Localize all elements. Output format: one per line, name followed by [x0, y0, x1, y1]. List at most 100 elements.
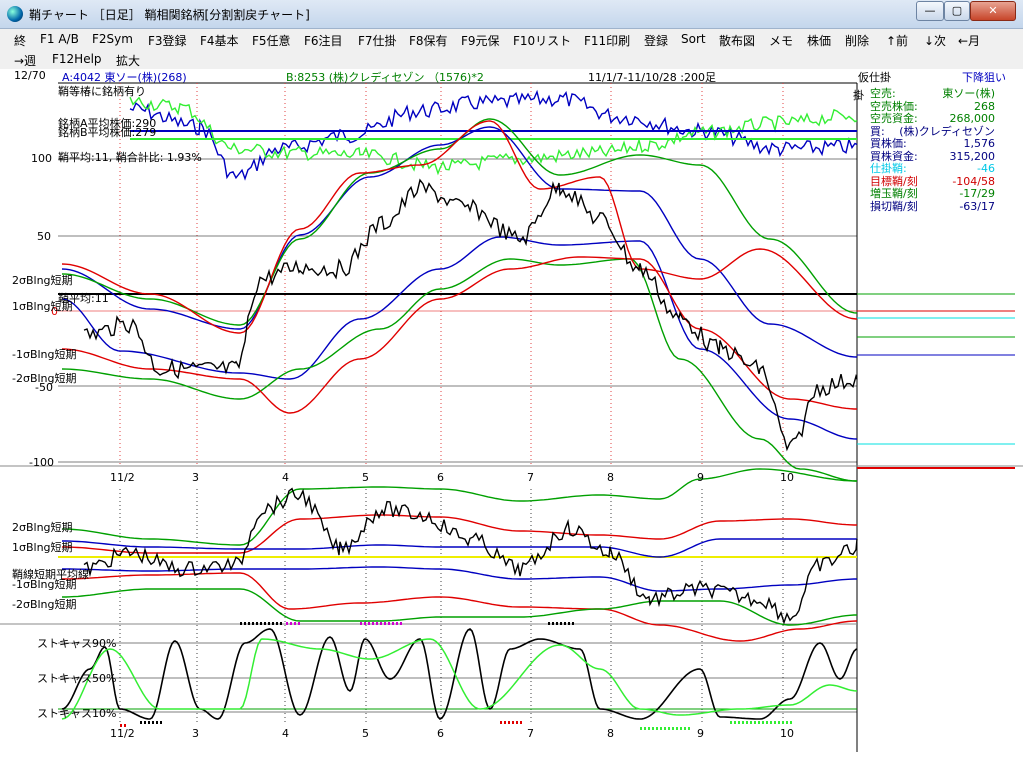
- app-icon: [7, 6, 23, 22]
- stoch-marker-black: [548, 622, 550, 625]
- x-date-top-6: 8: [607, 471, 614, 484]
- panel-label-8: 増玉鞘/刻: [870, 187, 918, 200]
- stoch-marker-magenta: [368, 622, 370, 625]
- upper-1sigma-label: 1σBlng短期: [12, 300, 73, 313]
- menu-item-7[interactable]: F7仕掛: [358, 32, 397, 49]
- panel-value-7: -104/58: [952, 174, 995, 188]
- panel-label-1: 空売株価:: [870, 99, 918, 113]
- menu-item-2[interactable]: F2Sym: [92, 32, 133, 46]
- stoch-marker-magenta: [396, 622, 398, 625]
- stoch-marker-green: [640, 727, 642, 730]
- note-line-4: 鞘平均:11, 鞘合計比: 1.93%: [58, 151, 202, 164]
- stoch-marker-green: [672, 727, 674, 730]
- entry-status: 仮仕掛: [858, 71, 891, 84]
- stock-a-line: [129, 89, 858, 181]
- stoch-marker-black: [148, 721, 150, 724]
- x-date-top-8: 10: [780, 471, 794, 484]
- stoch-marker-green: [680, 727, 682, 730]
- mid-2sigma-label: 2σBlng短期: [12, 521, 73, 534]
- stoch-marker-green: [668, 727, 670, 730]
- panel-value-5: 315,200: [949, 149, 996, 163]
- stoch-marker-magenta: [380, 622, 382, 625]
- menu-item-17[interactable]: 削除: [845, 32, 869, 49]
- stoch-marker-green: [746, 721, 748, 724]
- stoch-marker-black: [244, 622, 246, 625]
- maximize-button[interactable]: ▢: [944, 1, 970, 21]
- menu-item-20[interactable]: ←月: [958, 32, 980, 49]
- menu-item-row2-1[interactable]: F12Help: [52, 52, 102, 66]
- stoch-marker-magenta: [376, 622, 378, 625]
- stoch-marker-green: [782, 721, 784, 724]
- stoch-marker-black: [560, 622, 562, 625]
- chart-area[interactable]: 12/70 A:4042 東ソー(株)(268) B:8253 (株)クレディセ…: [0, 69, 1023, 757]
- panel-label-4: 買株価:: [870, 137, 907, 150]
- stoch-marker-green: [762, 721, 764, 724]
- stoch-marker-black: [564, 622, 566, 625]
- stoch-marker-black: [264, 622, 266, 625]
- axis-label-m100: -100: [29, 456, 54, 469]
- stoch-marker-magenta: [388, 622, 390, 625]
- menu-item-12[interactable]: 登録: [644, 32, 668, 49]
- menu-item-15[interactable]: メモ: [769, 32, 793, 49]
- menu-item-row2-0[interactable]: →週: [14, 52, 36, 69]
- x-date-bottom-1: 3: [192, 727, 199, 740]
- menu-item-0[interactable]: 終: [14, 32, 26, 49]
- panel-value-1: 268: [974, 99, 995, 113]
- menu-item-1[interactable]: F1 A/B: [40, 32, 79, 46]
- stoch-marker-black: [252, 622, 254, 625]
- mid-m2sigma-label: -2σBlng短期: [12, 598, 77, 611]
- period-label: 11/1/7-11/10/28 :200足: [588, 71, 716, 84]
- x-date-bottom-5: 7: [527, 727, 534, 740]
- menu-item-11[interactable]: F11印刷: [584, 32, 630, 49]
- stoch-marker-green: [774, 721, 776, 724]
- menu-item-6[interactable]: F6注目: [304, 32, 343, 49]
- menu-item-8[interactable]: F8保有: [409, 32, 448, 49]
- menu-item-18[interactable]: ↑前: [886, 32, 908, 49]
- close-button[interactable]: ✕: [970, 1, 1016, 21]
- menu-item-row2-2[interactable]: 拡大: [116, 52, 140, 69]
- mid-band-green-2: [62, 588, 857, 626]
- spread-line-middle: [83, 487, 858, 625]
- menu-item-14[interactable]: 散布図: [719, 32, 755, 49]
- stoch-marker-green: [664, 727, 666, 730]
- x-date-top-2: 4: [282, 471, 289, 484]
- menu-item-10[interactable]: F10リスト: [513, 32, 571, 49]
- panel-label-6: 仕掛鞘:: [870, 162, 907, 175]
- mid-m1sigma-label: -1σBlng短期: [12, 578, 77, 591]
- menu-item-3[interactable]: F3登録: [148, 32, 187, 49]
- menu-item-19[interactable]: ↓次: [924, 32, 946, 49]
- axis-label-50: 50: [37, 230, 51, 243]
- stoch-90-label: ストキャス90%: [37, 637, 117, 650]
- menu-item-5[interactable]: F5任意: [252, 32, 291, 49]
- upper-m1sigma-label: -1σBlng短期: [12, 348, 77, 361]
- stoch-marker-red: [508, 721, 510, 724]
- menu-item-4[interactable]: F4基本: [200, 32, 239, 49]
- menu-item-13[interactable]: Sort: [681, 32, 706, 46]
- stoch-marker-black: [280, 622, 282, 625]
- strategy-label: 下降狙い: [962, 71, 1006, 84]
- menu-item-16[interactable]: 株価: [807, 32, 831, 49]
- note-line-3: 銘柄B平均株価:279: [58, 126, 157, 139]
- upper-band-blue-2: [61, 236, 858, 440]
- stoch-marker-green: [738, 721, 740, 724]
- panel-label-5: 買株資金:: [870, 149, 918, 163]
- stoch-marker-green: [684, 727, 686, 730]
- stoch-marker-magenta: [364, 622, 366, 625]
- x-date-top-4: 6: [437, 471, 444, 484]
- stoch-marker-black: [276, 622, 278, 625]
- stoch-marker-green: [648, 727, 650, 730]
- stoch-marker-red: [516, 721, 518, 724]
- stoch-marker-green: [750, 721, 752, 724]
- minimize-button[interactable]: —: [916, 1, 944, 21]
- menu-item-9[interactable]: F9元保: [461, 32, 500, 49]
- mid-band-blue-1: [62, 538, 857, 558]
- stoch-marker-black: [268, 622, 270, 625]
- stock-b-label[interactable]: B:8253 (株)クレディセゾン （1576)*2: [286, 69, 484, 85]
- x-date-top-5: 7: [527, 471, 534, 484]
- stoch-marker-green: [786, 721, 788, 724]
- stoch-marker-green: [730, 721, 732, 724]
- stoch-marker-green: [742, 721, 744, 724]
- mid-band-blue-2: [62, 566, 857, 592]
- x-date-bottom-8: 10: [780, 727, 794, 740]
- stoch-marker-magenta: [298, 622, 300, 625]
